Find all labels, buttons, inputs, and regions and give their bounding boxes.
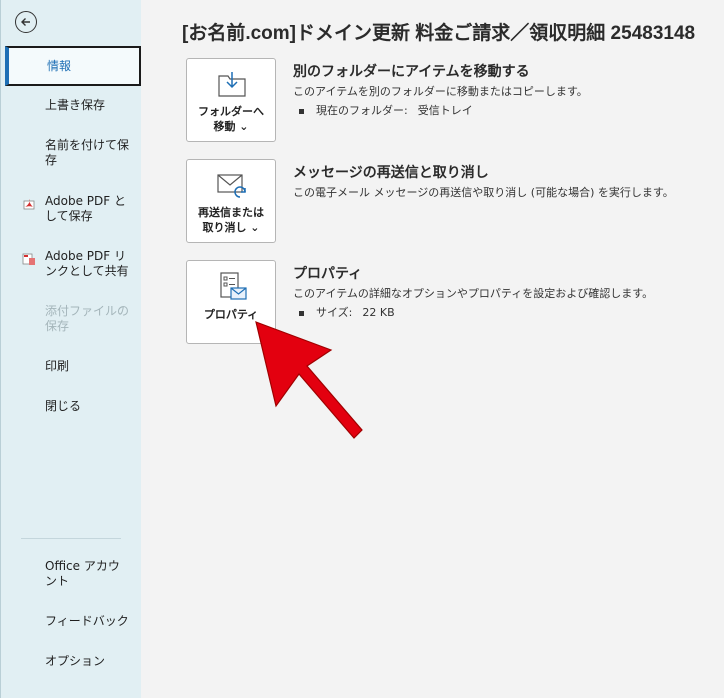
annotation-arrow-icon xyxy=(255,321,363,439)
